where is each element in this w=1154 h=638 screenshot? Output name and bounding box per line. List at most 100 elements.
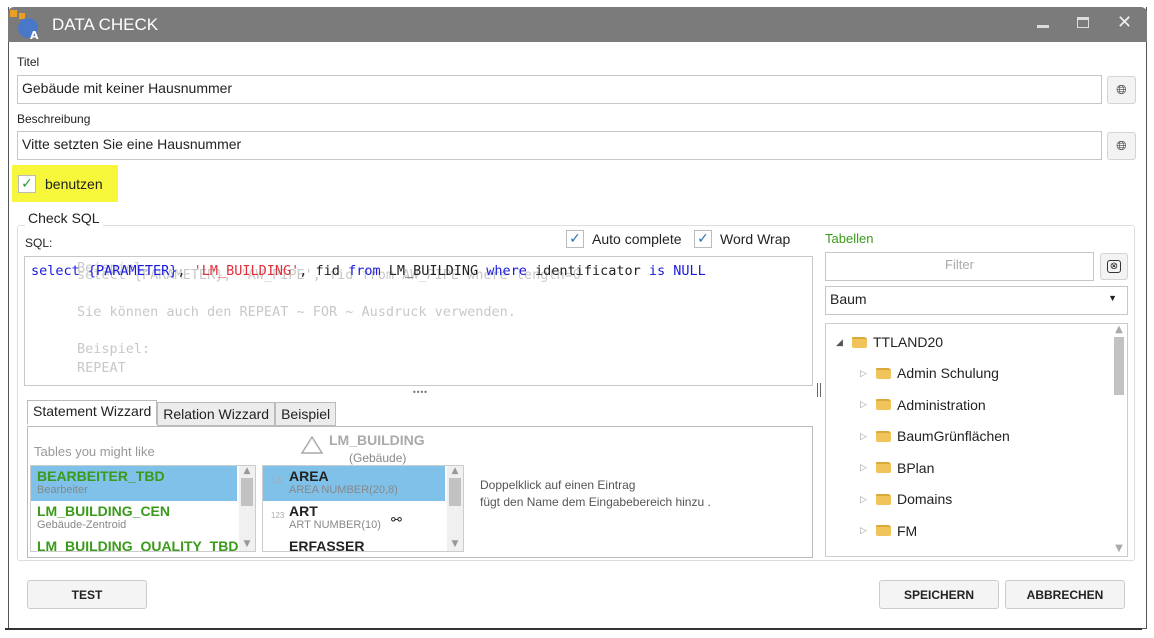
tree-item[interactable]: ▷ BaumGrünflächen <box>860 428 1010 444</box>
title-input[interactable]: Gebäude mit keiner Hausnummer <box>17 75 1102 104</box>
maximize-button[interactable] <box>1077 17 1089 28</box>
tree-item-label: BPlan <box>897 459 935 476</box>
table-list-item[interactable]: LM_BUILDING_QUALITY_TBD <box>31 536 239 552</box>
translate-title-button[interactable]: 🌐︎ <box>1107 76 1136 104</box>
columns-list[interactable]: 1.5 AREA AREA NUMBER(20,8) 123 ART ART NUMBER… <box>262 465 464 552</box>
scrollbar[interactable]: ▲ ▼ <box>447 466 463 551</box>
folder-icon <box>876 430 891 442</box>
table-name: BEARBEITER_TBD <box>37 468 165 484</box>
globe-icon: 🌐︎ <box>1116 82 1127 98</box>
clear-filter-button[interactable]: ⊗ <box>1100 253 1128 280</box>
test-button[interactable]: TEST <box>27 580 147 609</box>
table-list-item[interactable]: LM_BUILDING_CEN Gebäude-Zentroid <box>31 501 237 536</box>
current-table-alias: (Gebäude) <box>349 451 407 465</box>
use-label: benutzen <box>45 175 103 192</box>
sql-keyword: NULL <box>673 263 706 279</box>
tree-item-label: Administration <box>897 396 986 413</box>
folder-icon <box>852 336 867 348</box>
tables-label: Tabellen <box>825 231 874 246</box>
tree-item[interactable]: ▷ Administration <box>860 397 986 413</box>
tree-item-label: Admin Schulung <box>897 365 999 381</box>
globe-icon: 🌐︎ <box>1116 138 1127 154</box>
column-list-item[interactable]: 123 ART ART NUMBER(10) ⚯ <box>263 501 445 536</box>
sql-string: 'LM_BUILDING' <box>193 263 300 279</box>
column-name: AREA <box>289 468 329 484</box>
column-type-icon: 1.5 <box>271 476 283 485</box>
cancel-button[interactable]: ABBRECHEN <box>1005 580 1125 609</box>
table-name: LM_BUILDING_QUALITY_TBD <box>37 538 239 552</box>
placeholder-line: Beispiel: <box>77 341 151 357</box>
sql-text: LM_BUILDING <box>388 263 479 279</box>
word-wrap-label: Word Wrap <box>720 231 791 247</box>
tree-item-label: BaumGrünflächen <box>897 428 1010 444</box>
sql-label: SQL: <box>25 236 53 250</box>
bottom-border <box>5 628 1142 630</box>
hint-line-2: fügt den Name dem Eingabebereich hinzu . <box>480 495 711 509</box>
minimize-button[interactable] <box>1037 14 1049 28</box>
check-icon: ✓ <box>18 174 36 193</box>
tables-tree[interactable]: ◢ TTLAND20 ▷ Admin Schulung ▷ Administration… <box>825 323 1128 557</box>
collapsed-icon: ▷ <box>860 367 867 378</box>
column-type: AREA NUMBER(20,8) <box>289 484 398 496</box>
folder-icon <box>876 462 891 473</box>
tree-root[interactable]: ◢ TTLAND20 <box>836 334 943 350</box>
collapsed-icon: ▷ <box>860 430 867 441</box>
tab-statement-wizzard[interactable]: Statement Wizzard <box>27 400 158 425</box>
column-list-item[interactable]: 1.5 AREA AREA NUMBER(20,8) <box>263 466 445 501</box>
current-table-name: LM_BUILDING <box>329 432 425 448</box>
collapsed-icon: ▷ <box>860 399 867 409</box>
vertical-splitter[interactable] <box>817 383 821 397</box>
column-type: ART NUMBER(10) <box>289 519 381 531</box>
link-icon: ⚯ <box>391 513 402 528</box>
placeholder-line: Sie können auch den REPEAT ~ FOR ~ Ausdr… <box>77 304 516 320</box>
save-button[interactable]: SPEICHERN <box>879 580 999 609</box>
check-icon: ✓ <box>694 230 712 248</box>
clear-icon: ⊗ <box>1106 260 1122 273</box>
svg-text:A: A <box>30 29 39 40</box>
auto-complete-label: Auto complete <box>592 231 682 247</box>
table-name: LM_BUILDING_CEN <box>37 503 171 519</box>
tree-item[interactable]: ▷ BPlan <box>860 460 934 476</box>
check-icon: ✓ <box>566 230 584 248</box>
title-label: Titel <box>17 55 40 69</box>
close-button[interactable]: ✕ <box>1117 12 1132 33</box>
sql-keyword: from <box>348 263 381 279</box>
use-checkbox[interactable]: ✓ benutzen <box>12 165 118 202</box>
folder-icon <box>876 399 891 410</box>
sql-keyword: where <box>486 263 527 279</box>
sql-editor[interactable]: Beispiel: select {PARAMETER}, 'AW_PIPE', … <box>24 256 813 386</box>
horizontal-splitter[interactable]: •••• <box>412 388 428 397</box>
title-bar[interactable] <box>8 7 1147 42</box>
filter-input[interactable]: Filter <box>825 252 1094 281</box>
collapsed-icon: ▷ <box>860 525 867 535</box>
tree-item-label: Domains <box>897 491 953 507</box>
table-list-item[interactable]: BEARBEITER_TBD Bearbeiter <box>31 466 237 501</box>
tree-item[interactable]: ▷ Domains <box>860 491 952 507</box>
check-sql-legend: Check SQL <box>25 210 103 226</box>
folder-icon <box>876 525 891 536</box>
column-list-item[interactable]: ERFASSER <box>263 536 445 552</box>
collapsed-icon: ▷ <box>860 462 867 472</box>
placeholder-line: REPEAT <box>77 359 126 376</box>
window-title: DATA CHECK <box>52 15 159 34</box>
suggested-tables-list[interactable]: BEARBEITER_TBD Bearbeiter LM_BUILDING_CEN G… <box>30 465 256 552</box>
sql-parameter: {PARAMETER} <box>87 263 178 279</box>
view-select[interactable]: Baum ▼ <box>825 286 1128 315</box>
folder-icon <box>876 493 891 505</box>
tree-item[interactable]: ▷ FM <box>860 523 917 539</box>
word-wrap-checkbox[interactable]: ✓ Word Wrap <box>694 230 790 248</box>
table-shape-icon <box>300 433 324 459</box>
column-name: ERFASSER <box>289 538 365 552</box>
tab-beispiel[interactable]: Beispiel <box>275 402 337 426</box>
auto-complete-checkbox[interactable]: ✓ Auto complete <box>566 230 682 248</box>
translate-description-button[interactable]: 🌐︎ <box>1107 132 1136 160</box>
tab-relation-wizzard[interactable]: Relation Wizzard <box>157 402 276 426</box>
scrollbar[interactable]: ▲ ▼ <box>1111 324 1127 556</box>
scrollbar[interactable]: ▲ ▼ <box>239 466 255 551</box>
wizard-tabs: Statement Wizzard Relation Wizzard Beispie… <box>27 400 337 426</box>
description-input[interactable]: Vitte setzten Sie eine Hausnummer <box>17 131 1102 160</box>
table-alias: Bearbeiter <box>37 484 88 496</box>
hint-line-1: Doppelklick auf einen Eintrag <box>480 478 636 492</box>
tree-item[interactable]: ▷ Admin Schulung <box>860 365 999 381</box>
sql-keyword: is <box>648 263 666 279</box>
